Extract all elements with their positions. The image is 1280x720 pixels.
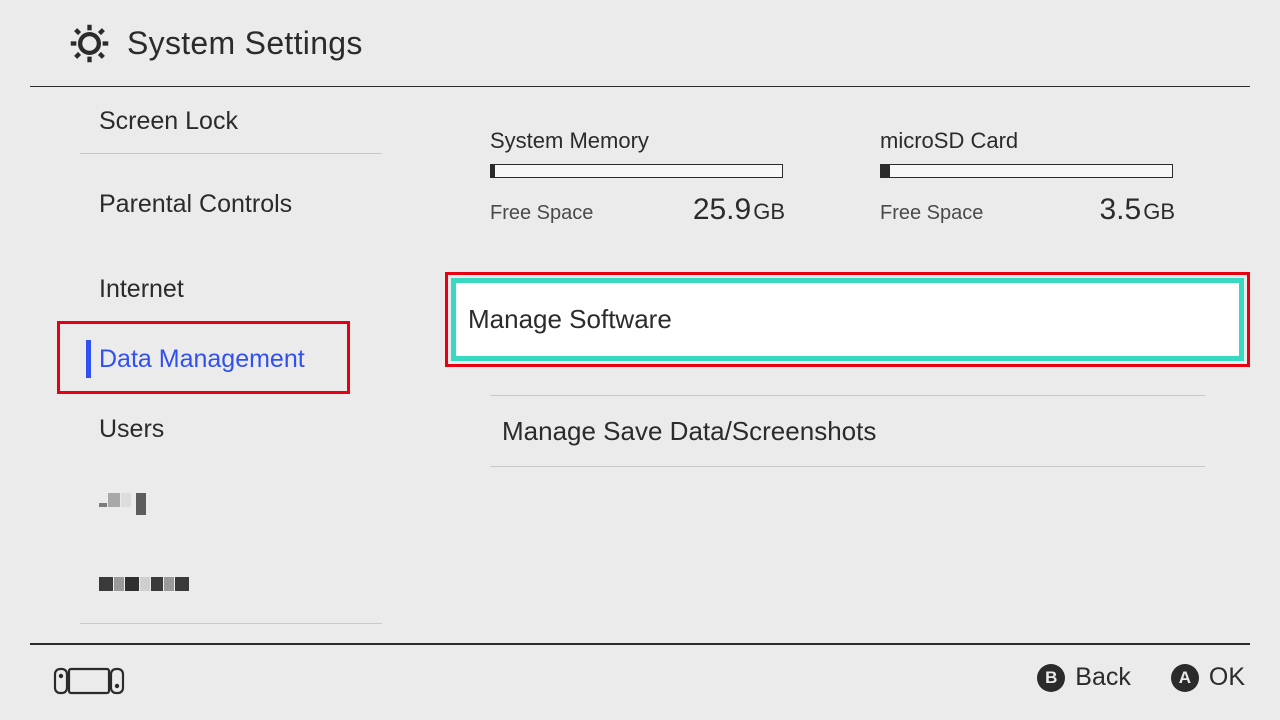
sidebar-item-label: Internet (99, 275, 184, 304)
header: System Settings (30, 0, 1250, 87)
menu-item-manage-save-data[interactable]: Manage Save Data/Screenshots (490, 396, 1205, 466)
storage-row: System Memory Free Space 25.9GB microSD … (420, 88, 1250, 227)
menu-item-manage-software[interactable]: Manage Software (456, 283, 1239, 356)
sidebar-item-users[interactable]: Users (0, 394, 410, 464)
sidebar-item-redacted-2[interactable] (0, 544, 410, 624)
storage-bar (880, 164, 1173, 178)
back-button-hint[interactable]: B Back (1037, 663, 1131, 692)
menu-item-label: Manage Save Data/Screenshots (502, 416, 876, 447)
sidebar-item-label: Parental Controls (99, 190, 292, 219)
storage-microsd: microSD Card Free Space 3.5GB (880, 128, 1175, 227)
gear-icon (67, 21, 112, 66)
free-space-value: 3.5GB (1099, 193, 1175, 227)
ok-label: OK (1209, 663, 1245, 692)
sidebar-item-internet[interactable]: Internet (0, 254, 410, 324)
divider (490, 466, 1205, 467)
back-label: Back (1075, 663, 1131, 692)
ok-button-hint[interactable]: A OK (1171, 663, 1245, 692)
controller-icon (53, 666, 125, 701)
storage-used-segment (881, 165, 890, 177)
storage-title: System Memory (490, 128, 785, 154)
sidebar-item-redacted-1[interactable] (0, 464, 410, 544)
sidebar-item-label: Users (99, 415, 164, 444)
annotation-box-menu: Manage Software (445, 272, 1250, 367)
page-title: System Settings (127, 25, 363, 62)
content-pane: System Memory Free Space 25.9GB microSD … (420, 88, 1250, 643)
b-button-icon: B (1037, 664, 1065, 692)
sidebar-item-data-management[interactable]: Data Management (0, 324, 410, 394)
sidebar-item-screen-lock[interactable]: Screen Lock (0, 88, 410, 154)
sidebar-item-parental-controls[interactable]: Parental Controls (0, 154, 410, 254)
sidebar-item-label: Screen Lock (99, 107, 238, 136)
free-space-label: Free Space (490, 202, 593, 225)
redacted-label (99, 493, 146, 515)
storage-bar (490, 164, 783, 178)
storage-title: microSD Card (880, 128, 1175, 154)
redacted-label (99, 577, 189, 591)
menu-item-label: Manage Software (468, 304, 672, 335)
storage-system-memory: System Memory Free Space 25.9GB (490, 128, 785, 227)
free-space-value: 25.9GB (693, 193, 785, 227)
selection-indicator (86, 340, 91, 378)
a-button-icon: A (1171, 664, 1199, 692)
menu-area: Manage Software Manage Save Data/Screens… (420, 272, 1250, 467)
footer: B Back A OK (30, 643, 1250, 644)
storage-used-segment (491, 165, 495, 177)
sidebar-item-label: Data Management (99, 345, 305, 374)
free-space-label: Free Space (880, 202, 983, 225)
sidebar: Screen Lock Parental Controls Internet D… (0, 88, 410, 643)
